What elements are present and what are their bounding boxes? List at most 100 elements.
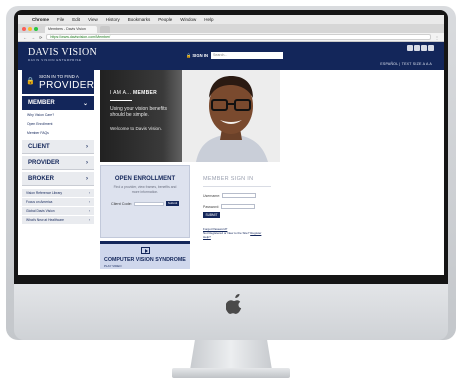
header-sign-in[interactable]: 🔒 SIGN IN — [186, 53, 208, 59]
cvs-video-promo[interactable]: COMPUTER VISION SYNDROME PLAY VIDEO — [100, 241, 190, 269]
social-icons — [407, 45, 434, 51]
hero-headline: I AM A... MEMBER — [110, 90, 157, 96]
help-link[interactable]: Help? — [203, 235, 280, 239]
resource-link-label: Focus on America — [26, 200, 53, 204]
menu-bookmarks[interactable]: Bookmarks — [128, 17, 151, 22]
password-row: Password: — [194, 204, 280, 209]
resource-link[interactable]: Focus on America › — [22, 198, 94, 206]
sign-in-help-links: Forgot Password? Not Registered or New t… — [203, 227, 280, 240]
header-sign-in-label: SIGN IN — [192, 53, 208, 58]
chevron-right-icon: › — [86, 159, 88, 166]
client-code-submit-button[interactable]: Submit — [165, 201, 180, 206]
hero-divider — [110, 100, 132, 101]
nav-provider-label: PROVIDER — [28, 159, 60, 166]
register-link[interactable]: Register — [250, 231, 261, 235]
window-controls — [22, 26, 38, 31]
linkedin-icon[interactable] — [421, 45, 427, 51]
divider — [203, 186, 271, 187]
member-sign-in-title: MEMBER SIGN IN — [203, 176, 254, 182]
facebook-icon[interactable] — [407, 45, 413, 51]
stand-foot — [172, 368, 290, 378]
menu-window[interactable]: Window — [180, 17, 196, 22]
nav-broker[interactable]: BROKER › — [22, 172, 94, 186]
menu-history[interactable]: History — [106, 17, 120, 22]
hero-role: MEMBER — [133, 90, 158, 96]
password-input[interactable] — [221, 204, 256, 209]
twitter-icon[interactable] — [414, 45, 420, 51]
hero-banner: I AM A... MEMBER Using your vision benef… — [100, 70, 280, 162]
site-tagline: DAVIS VISION ENTERPRISE — [28, 58, 82, 62]
cvs-title: COMPUTER VISION SYNDROME — [104, 257, 186, 263]
play-video-icon[interactable] — [141, 247, 150, 254]
menu-help[interactable]: Help — [204, 17, 213, 22]
apple-logo-icon — [226, 294, 242, 314]
find-provider-line1: SIGN IN TO FIND A — [39, 74, 79, 79]
member-submit-button[interactable]: SUBMIT — [203, 212, 220, 218]
browser-tab[interactable]: Members - Davis Vision — [45, 26, 97, 33]
resource-link-label: What's New at Healthcare — [26, 218, 65, 222]
member-links: Why Vision Care? Open Enrollment Member … — [22, 110, 94, 135]
chevron-right-icon: › — [88, 209, 90, 213]
resource-link-label: Vision Reference Library — [26, 191, 63, 195]
nav-client[interactable]: CLIENT › — [22, 140, 94, 154]
menu-file[interactable]: File — [57, 17, 64, 22]
menu-dots-icon[interactable]: ⋮ — [435, 35, 439, 40]
member-link[interactable]: Why Vision Care? — [27, 113, 89, 117]
youtube-icon[interactable] — [428, 45, 434, 51]
lock-icon: 🔒 — [26, 78, 35, 85]
chevron-right-icon: › — [88, 191, 90, 195]
resource-link[interactable]: Vision Reference Library › — [22, 189, 94, 197]
member-link[interactable]: Member FAQs — [27, 131, 89, 135]
address-bar[interactable]: https://www.davisvision.com/Member/ — [46, 34, 431, 40]
chevron-down-icon: ⌄ — [82, 100, 88, 107]
nav-member-label: MEMBER — [28, 100, 55, 106]
site-header: DAVIS VISION DAVIS VISION ENTERPRISE 🔒 S… — [18, 42, 444, 70]
mac-menubar: Chrome File Edit View History Bookmarks … — [18, 15, 444, 24]
hero-prefix: I AM A... — [110, 90, 132, 96]
open-enrollment-panel: OPEN ENROLLMENT Find a provider, view fr… — [100, 165, 190, 238]
utility-links[interactable]: ESPAÑOL | TEXT SIZE A A A — [380, 62, 432, 66]
stand-neck — [190, 340, 272, 370]
cvs-subtitle[interactable]: PLAY VIDEO — [104, 264, 122, 268]
resource-link[interactable]: What's New at Healthcare › — [22, 216, 94, 224]
client-code-row: Client Code: Submit — [111, 201, 189, 206]
resource-links: Vision Reference Library › Focus on Ameri… — [22, 189, 94, 224]
find-provider-line2: PROVIDER — [39, 80, 95, 91]
hero-message: Using your vision benefits should be sim… — [110, 106, 167, 118]
chevron-right-icon: › — [88, 200, 90, 204]
back-icon[interactable]: ← — [23, 35, 27, 40]
hero-welcome: Welcome to Davis Vision. — [110, 126, 162, 131]
minimize-window-icon[interactable] — [28, 26, 32, 31]
chevron-right-icon: › — [86, 175, 88, 182]
member-link[interactable]: Open Enrollment — [27, 122, 89, 126]
screen: Chrome File Edit View History Bookmarks … — [18, 15, 444, 275]
client-code-label: Client Code: — [111, 201, 132, 206]
browser-tabstrip: Members - Davis Vision — [18, 24, 444, 33]
sidebar: 🔒 SIGN IN TO FIND A PROVIDER MEMBER ⌄ Wh… — [22, 70, 94, 225]
nav-provider[interactable]: PROVIDER › — [22, 156, 94, 170]
lock-icon: 🔒 — [186, 53, 192, 58]
menu-chrome[interactable]: Chrome — [32, 17, 49, 22]
resource-link[interactable]: Global Davis Vision › — [22, 207, 94, 215]
menu-edit[interactable]: Edit — [72, 17, 80, 22]
new-tab-button[interactable] — [100, 26, 110, 33]
reload-icon[interactable]: ⟳ — [39, 35, 42, 40]
search-input[interactable]: Search... — [211, 52, 283, 59]
username-input[interactable] — [222, 193, 257, 198]
menu-view[interactable]: View — [88, 17, 98, 22]
username-label: Username: — [203, 193, 221, 198]
member-sign-in-panel: MEMBER SIGN IN Username: Password: SUBMI… — [194, 165, 280, 269]
forward-icon[interactable]: → — [31, 35, 35, 40]
username-row: Username: — [194, 193, 280, 198]
site-logo[interactable]: DAVIS VISION — [28, 47, 97, 58]
find-provider-button[interactable]: 🔒 SIGN IN TO FIND A PROVIDER — [22, 70, 94, 94]
zoom-window-icon[interactable] — [34, 26, 38, 31]
nav-broker-label: BROKER — [28, 175, 55, 182]
menu-people[interactable]: People — [158, 17, 172, 22]
close-window-icon[interactable] — [22, 26, 26, 31]
nav-member[interactable]: MEMBER ⌄ — [22, 96, 94, 110]
nav-client-label: CLIENT — [28, 143, 50, 150]
man-portrait-image — [182, 70, 280, 162]
client-code-input[interactable] — [133, 201, 164, 206]
password-label: Password: — [203, 204, 220, 209]
